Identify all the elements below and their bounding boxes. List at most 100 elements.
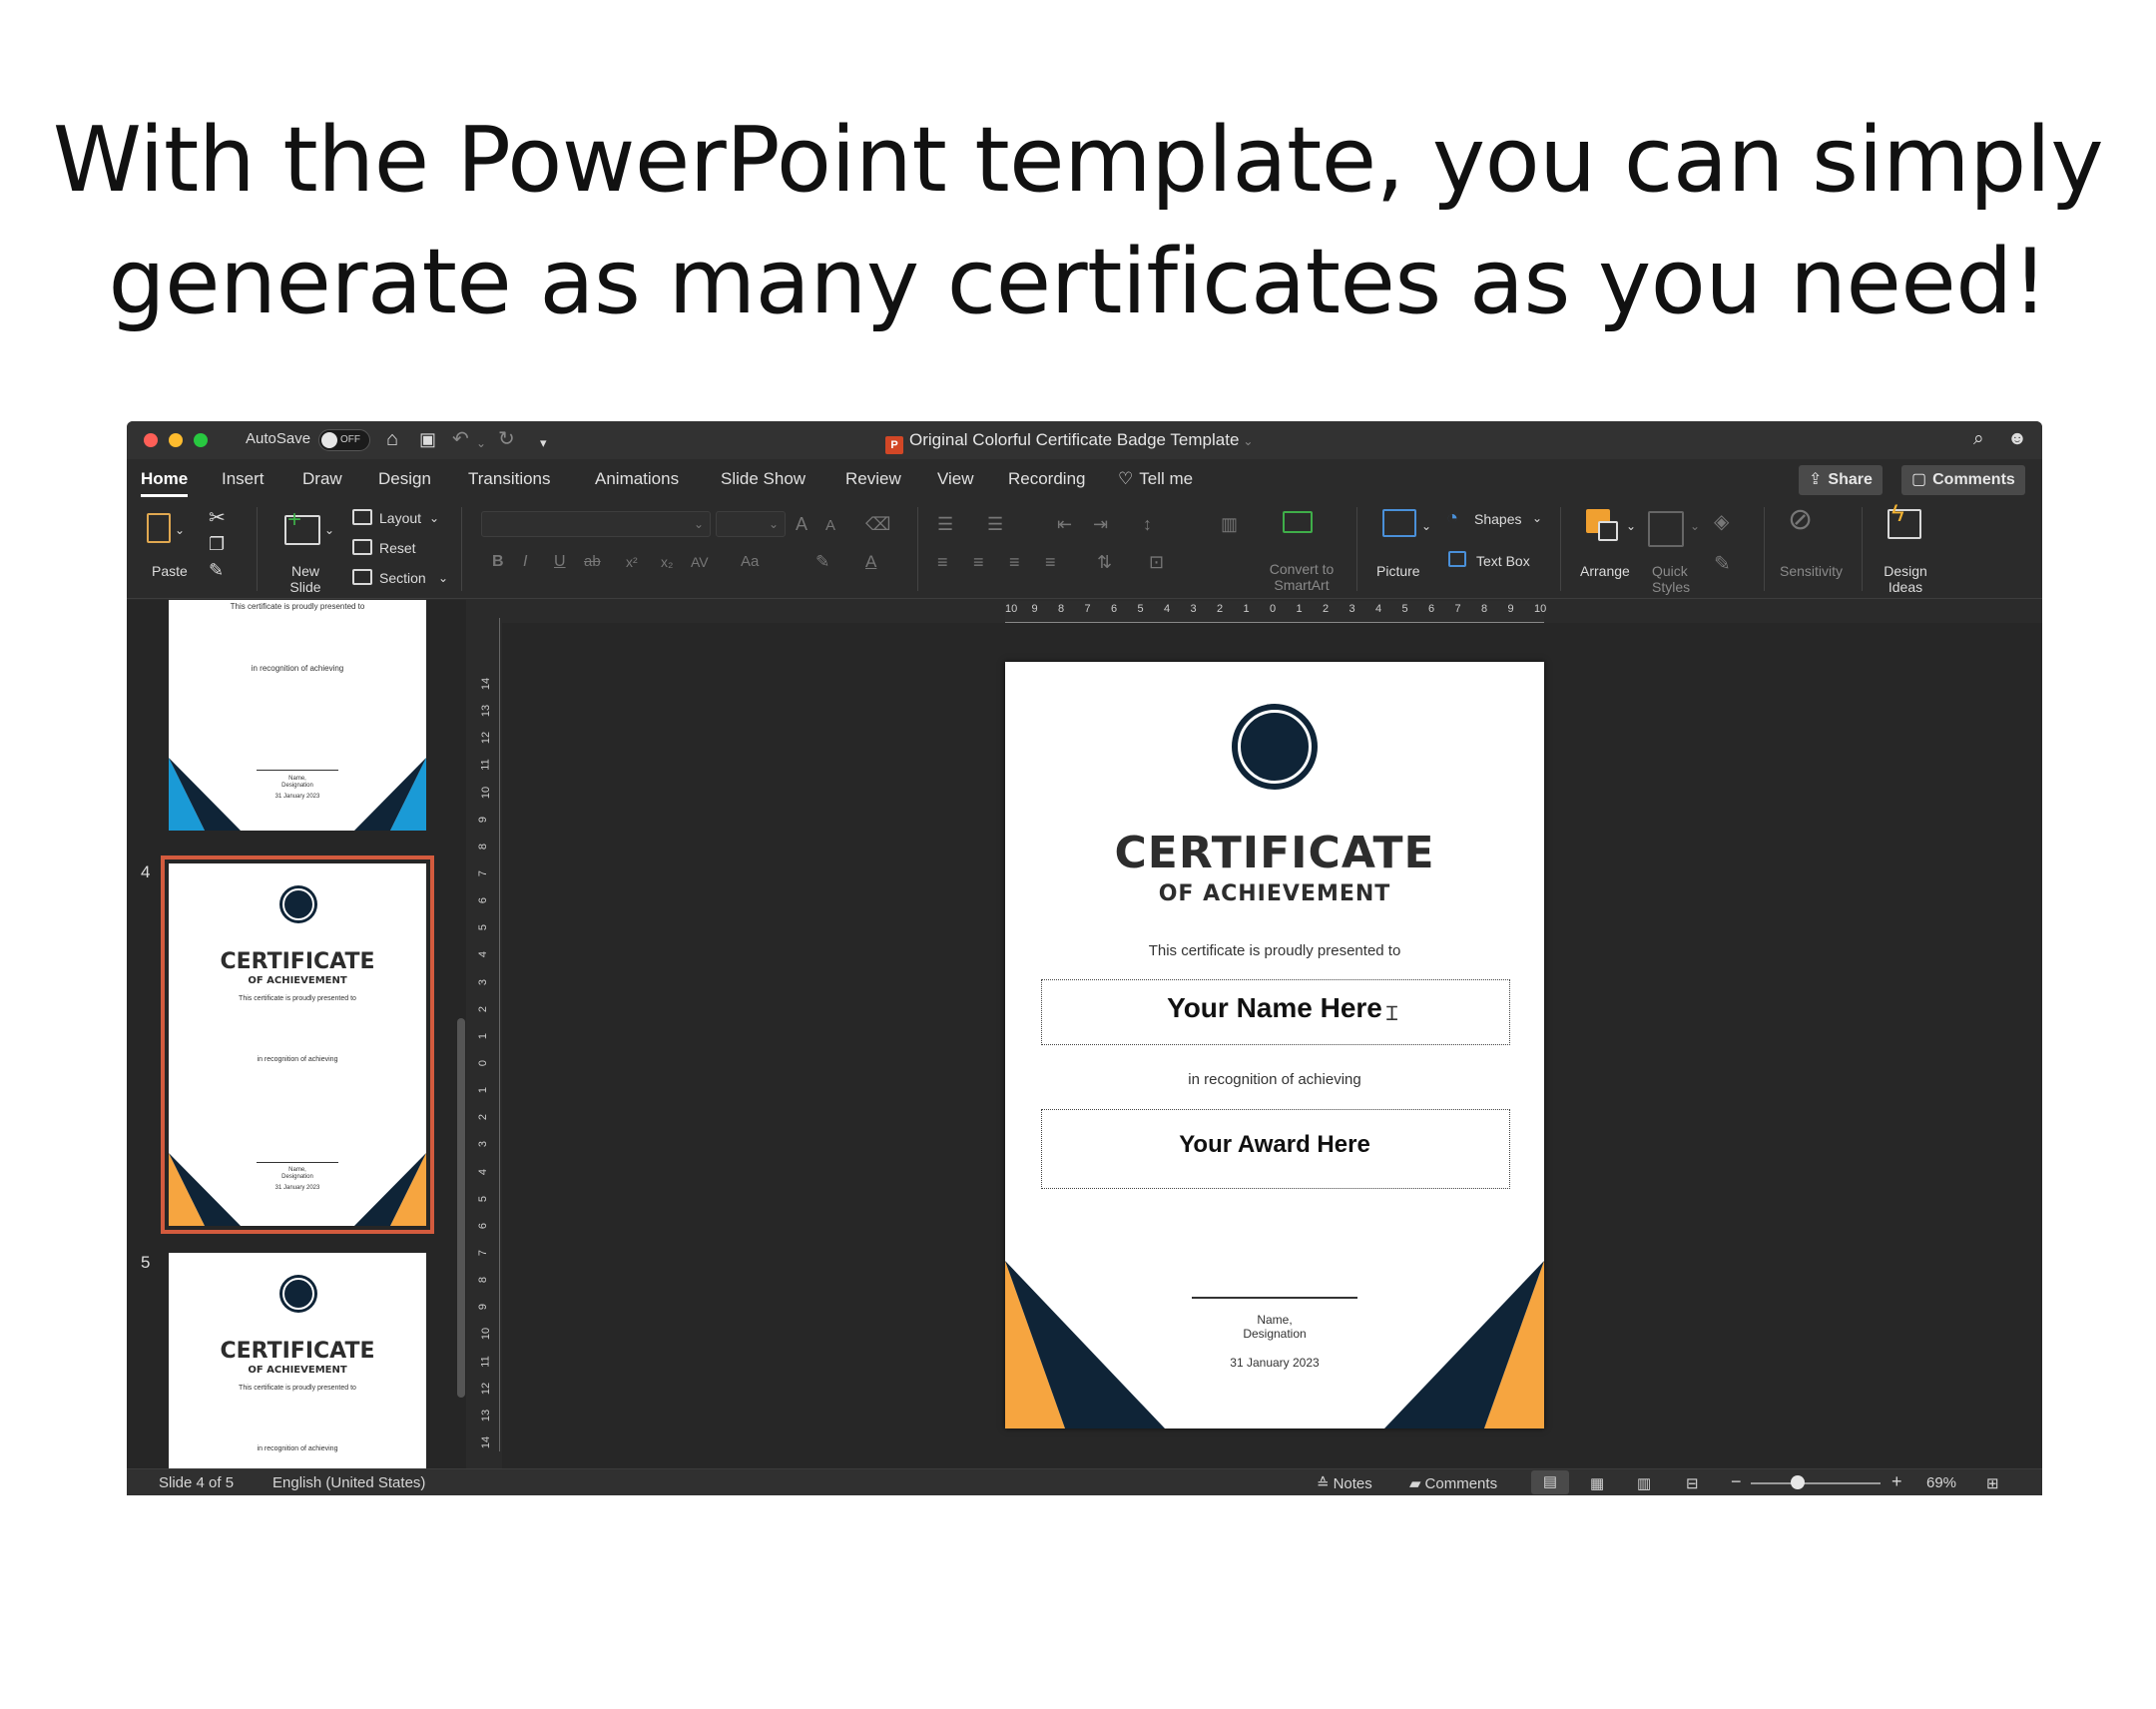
- search-icon[interactable]: ⌕: [1973, 427, 1984, 451]
- picture-icon[interactable]: [1382, 509, 1416, 537]
- text-direction-icon[interactable]: ⇅: [1097, 549, 1112, 575]
- thumbnail-scrollbar[interactable]: [457, 1018, 465, 1398]
- tab-insert[interactable]: Insert: [222, 469, 265, 489]
- sensitivity-label[interactable]: Sensitivity: [1780, 563, 1843, 579]
- account-icon[interactable]: ☻: [2007, 427, 2027, 451]
- slide-thumbnail-4[interactable]: CERTIFICATE OF ACHIEVEMENT This certific…: [161, 855, 434, 1234]
- close-window-button[interactable]: [144, 433, 158, 447]
- shapes-dropdown-icon[interactable]: ⌄: [1532, 505, 1542, 531]
- reset-icon[interactable]: [352, 539, 372, 555]
- quick-styles-icon[interactable]: [1648, 511, 1684, 547]
- text-box-icon[interactable]: [1448, 551, 1466, 567]
- decrease-indent-icon[interactable]: ⇤: [1057, 511, 1072, 537]
- copy-icon[interactable]: ❐: [209, 531, 225, 557]
- numbering-icon[interactable]: ☰: [987, 511, 1003, 537]
- picture-dropdown-icon[interactable]: ⌄: [1421, 513, 1431, 539]
- normal-view-icon[interactable]: ▤: [1531, 1470, 1569, 1494]
- arrange-label[interactable]: Arrange: [1580, 563, 1630, 579]
- text-box-button[interactable]: Text Box: [1476, 553, 1530, 569]
- cut-icon[interactable]: ✂: [209, 505, 226, 531]
- font-family-dropdown-icon[interactable]: ⌄: [694, 511, 704, 537]
- home-icon[interactable]: ⌂: [386, 427, 398, 451]
- quick-styles-label[interactable]: Quick Styles: [1652, 563, 1690, 595]
- font-color-icon[interactable]: A: [865, 549, 876, 575]
- current-slide[interactable]: CERTIFICATE OF ACHIEVEMENT This certific…: [1005, 662, 1544, 1428]
- fit-to-window-icon[interactable]: ⊞: [1986, 1474, 1999, 1492]
- layout-dropdown-icon[interactable]: ⌄: [429, 505, 439, 531]
- format-painter-icon[interactable]: ✎: [209, 557, 224, 583]
- zoom-slider-track[interactable]: [1751, 1482, 1881, 1484]
- character-spacing-button[interactable]: AV: [691, 549, 709, 575]
- language-indicator[interactable]: English (United States): [272, 1474, 425, 1491]
- tab-slide-show[interactable]: Slide Show: [721, 469, 806, 489]
- share-button[interactable]: ⇪ Share: [1799, 465, 1883, 495]
- shrink-font-icon[interactable]: A: [825, 513, 835, 539]
- slideshow-icon[interactable]: ⊟: [1686, 1474, 1699, 1492]
- save-icon[interactable]: ▣: [419, 427, 436, 451]
- tab-design[interactable]: Design: [378, 469, 431, 489]
- layout-icon[interactable]: [352, 509, 372, 525]
- slide-sorter-icon[interactable]: ▦: [1590, 1474, 1604, 1492]
- comments-status-button[interactable]: ▰ Comments: [1409, 1474, 1497, 1492]
- shape-outline-icon[interactable]: ✎: [1714, 551, 1731, 577]
- reading-view-icon[interactable]: ▥: [1637, 1474, 1651, 1492]
- bullets-icon[interactable]: ☰: [937, 511, 953, 537]
- undo-icon[interactable]: ↶: [452, 427, 469, 451]
- section-dropdown-icon[interactable]: ⌄: [438, 565, 448, 591]
- picture-label[interactable]: Picture: [1376, 563, 1420, 579]
- paste-dropdown-icon[interactable]: ⌄: [175, 517, 185, 543]
- quick-styles-dropdown-icon[interactable]: ⌄: [1690, 513, 1700, 539]
- superscript-button[interactable]: x²: [626, 549, 638, 575]
- align-text-icon[interactable]: ⊡: [1149, 549, 1164, 575]
- undo-dropdown-icon[interactable]: ⌄: [476, 431, 486, 455]
- reset-button[interactable]: Reset: [379, 540, 416, 556]
- tab-review[interactable]: Review: [845, 469, 901, 489]
- columns-icon[interactable]: ▥: [1221, 511, 1238, 537]
- autosave-toggle[interactable]: OFF: [318, 429, 370, 451]
- layout-button[interactable]: Layout: [379, 510, 421, 526]
- zoom-slider-knob[interactable]: [1791, 1475, 1805, 1489]
- italic-button[interactable]: I: [523, 549, 527, 575]
- tab-transitions[interactable]: Transitions: [468, 469, 551, 489]
- sensitivity-icon[interactable]: ⊘: [1788, 505, 1813, 535]
- tab-recording[interactable]: Recording: [1008, 469, 1086, 489]
- notes-button[interactable]: ≙ Notes: [1317, 1474, 1372, 1492]
- underline-button[interactable]: U: [554, 549, 566, 575]
- line-spacing-icon[interactable]: ↕: [1143, 511, 1152, 537]
- maximize-window-button[interactable]: [194, 433, 208, 447]
- tab-view[interactable]: View: [937, 469, 974, 489]
- clear-formatting-icon[interactable]: ⌫: [865, 511, 890, 537]
- align-left-icon[interactable]: ≡: [937, 549, 948, 575]
- arrange-dropdown-icon[interactable]: ⌄: [1626, 513, 1636, 539]
- highlight-icon[interactable]: ✎: [815, 549, 829, 575]
- shapes-button[interactable]: Shapes: [1474, 511, 1521, 527]
- tell-me-search[interactable]: ♡ Tell me: [1118, 469, 1193, 489]
- shapes-icon[interactable]: ◔: [1446, 505, 1458, 531]
- align-right-icon[interactable]: ≡: [1009, 549, 1020, 575]
- increase-indent-icon[interactable]: ⇥: [1093, 511, 1108, 537]
- justify-icon[interactable]: ≡: [1045, 549, 1056, 575]
- grow-font-icon[interactable]: A: [796, 511, 808, 537]
- change-case-button[interactable]: Aa: [741, 549, 759, 575]
- slide-thumbnail-5[interactable]: CERTIFICATE OF ACHIEVEMENT This certific…: [169, 1253, 426, 1468]
- new-slide-dropdown-icon[interactable]: ⌄: [324, 517, 334, 543]
- redo-icon[interactable]: ↻: [498, 427, 515, 451]
- paste-icon[interactable]: [147, 513, 171, 543]
- smartart-icon[interactable]: [1283, 511, 1313, 533]
- strikethrough-button[interactable]: ab: [584, 549, 601, 575]
- zoom-in-icon[interactable]: +: [1891, 1471, 1902, 1492]
- zoom-level[interactable]: 69%: [1926, 1474, 1956, 1491]
- customize-toolbar-icon[interactable]: ▾: [540, 431, 547, 455]
- design-ideas-label[interactable]: Design Ideas: [1884, 563, 1927, 595]
- minimize-window-button[interactable]: [169, 433, 183, 447]
- title-chevron-icon[interactable]: ⌄: [1243, 434, 1253, 448]
- font-size-dropdown-icon[interactable]: ⌄: [769, 511, 779, 537]
- slide-thumbnail-3[interactable]: This certificate is proudly presented to…: [169, 600, 426, 831]
- bold-button[interactable]: B: [492, 549, 504, 575]
- font-family-select[interactable]: [481, 511, 711, 537]
- tab-animations[interactable]: Animations: [595, 469, 679, 489]
- shape-fill-icon[interactable]: ◈: [1714, 509, 1729, 535]
- tab-draw[interactable]: Draw: [302, 469, 342, 489]
- subscript-button[interactable]: x₂: [661, 549, 673, 575]
- convert-smartart-label[interactable]: Convert to SmartArt: [1267, 561, 1337, 593]
